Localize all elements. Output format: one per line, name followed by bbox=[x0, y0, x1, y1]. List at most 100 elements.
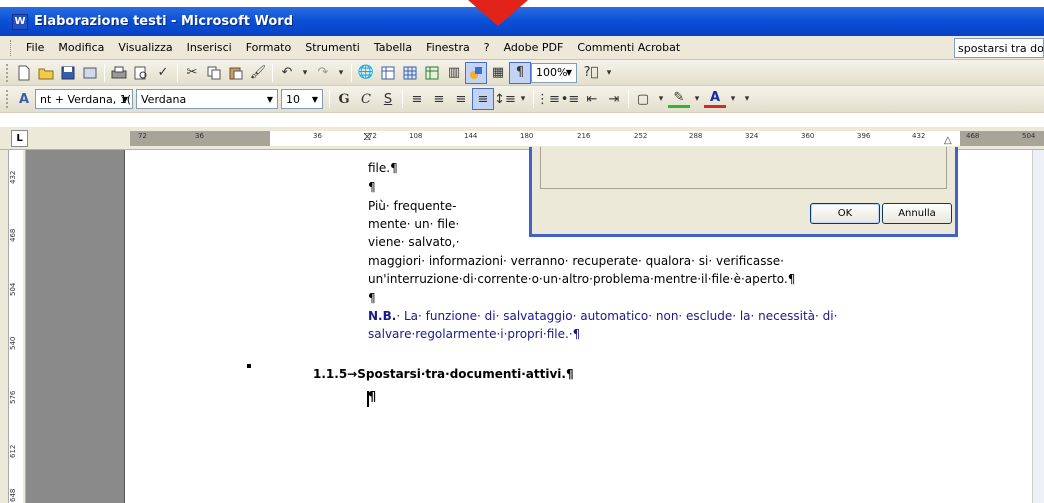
toolbar-grip[interactable] bbox=[6, 63, 9, 82]
doc-line: un'interruzione·di·corrente·o·un·altro·p… bbox=[368, 272, 796, 286]
numbering-icon[interactable]: ⋮≡ bbox=[536, 88, 560, 110]
chevron-down-icon[interactable]: ▾ bbox=[298, 62, 312, 84]
vertical-scrollbar[interactable] bbox=[1032, 150, 1044, 503]
justify-icon[interactable]: ≡ bbox=[472, 88, 494, 110]
paste-icon[interactable] bbox=[225, 62, 247, 84]
increase-indent-icon[interactable]: ⇥ bbox=[603, 88, 625, 110]
chevron-down-icon[interactable]: ▾ bbox=[516, 88, 530, 110]
word-app-icon[interactable] bbox=[12, 13, 28, 30]
permission-icon[interactable] bbox=[79, 62, 101, 84]
italic-icon[interactable]: C bbox=[355, 88, 377, 110]
help-search-input[interactable]: spostarsi tra do bbox=[954, 38, 1044, 58]
align-right-icon[interactable]: ≡ bbox=[450, 88, 472, 110]
ruler-tick: 360 bbox=[801, 132, 815, 140]
tab-selector[interactable]: L bbox=[11, 130, 28, 147]
chevron-down-icon[interactable]: ▼ bbox=[562, 64, 576, 82]
hyperlink-icon[interactable]: 🌐 bbox=[355, 62, 377, 84]
nb-label: N.B. bbox=[368, 309, 397, 323]
vruler-tick: 576 bbox=[9, 390, 17, 404]
chevron-down-icon[interactable]: ▾ bbox=[334, 62, 348, 84]
font-color-icon[interactable]: A bbox=[704, 90, 726, 108]
dialog-panel bbox=[540, 147, 947, 189]
menu-adobe-pdf[interactable]: Adobe PDF bbox=[497, 41, 571, 54]
copy-icon[interactable] bbox=[203, 62, 225, 84]
style-select[interactable]: nt + Verdana, 1(▼ bbox=[35, 89, 133, 109]
vruler-tick: 612 bbox=[9, 444, 17, 458]
underline-icon[interactable]: S bbox=[377, 88, 399, 110]
insertion-cursor[interactable]: ¶ bbox=[366, 390, 376, 407]
chevron-down-icon[interactable]: ▼ bbox=[263, 90, 277, 108]
page-gutter bbox=[26, 150, 124, 503]
align-center-icon[interactable]: ≡ bbox=[428, 88, 450, 110]
menu-tabella[interactable]: Tabella bbox=[367, 41, 419, 54]
align-left-icon[interactable]: ≡ bbox=[406, 88, 428, 110]
bullets-icon[interactable]: •≡ bbox=[559, 88, 581, 110]
highlight-icon[interactable]: ✎ bbox=[668, 90, 690, 108]
undo-icon[interactable]: ↶ bbox=[276, 62, 298, 84]
borders-icon[interactable]: ▢ bbox=[632, 88, 654, 110]
font-size-select[interactable]: 10 ▼ bbox=[281, 89, 323, 109]
first-line-indent-marker[interactable]: ⧖ bbox=[363, 129, 371, 144]
doc-line: viene· salvato,· bbox=[368, 235, 460, 249]
doc-line: file.¶ bbox=[368, 161, 398, 175]
toolbar-separator bbox=[628, 90, 629, 108]
decrease-indent-icon[interactable]: ⇤ bbox=[581, 88, 603, 110]
menu-strumenti[interactable]: Strumenti bbox=[298, 41, 367, 54]
ruler-tick: 288 bbox=[689, 132, 703, 140]
document-map-icon[interactable]: ▦ bbox=[487, 62, 509, 84]
spelling-icon[interactable]: ✓ bbox=[152, 62, 174, 84]
insert-excel-icon[interactable] bbox=[421, 62, 443, 84]
chevron-down-icon[interactable]: ▾ bbox=[690, 88, 704, 110]
menu-modifica[interactable]: Modifica bbox=[51, 41, 111, 54]
font-value: Verdana bbox=[141, 92, 187, 106]
menu-finestra[interactable]: Finestra bbox=[419, 41, 477, 54]
help-icon[interactable]: ?⃝ bbox=[580, 62, 602, 84]
redo-icon[interactable]: ↷ bbox=[312, 62, 334, 84]
font-select[interactable]: Verdana ▼ bbox=[136, 89, 278, 109]
menu-inserisci[interactable]: Inserisci bbox=[180, 41, 239, 54]
menu-file[interactable]: File bbox=[19, 41, 51, 54]
print-preview-icon[interactable] bbox=[130, 62, 152, 84]
right-indent-marker[interactable]: △ bbox=[944, 135, 952, 146]
new-document-icon[interactable] bbox=[13, 62, 35, 84]
format-painter-icon[interactable]: 🖌 bbox=[247, 62, 269, 84]
insert-table-icon[interactable] bbox=[399, 62, 421, 84]
cut-icon[interactable]: ✂ bbox=[181, 62, 203, 84]
drawing-icon[interactable] bbox=[465, 61, 487, 84]
toolbar-options-icon[interactable]: ▾ bbox=[602, 62, 616, 84]
doc-line: mente· un· file· bbox=[368, 217, 460, 231]
menu-help[interactable]: ? bbox=[477, 41, 497, 54]
toolbar-options-icon[interactable]: ▾ bbox=[740, 88, 754, 110]
cancel-button[interactable]: Annulla bbox=[882, 203, 952, 224]
ruler-tick: 36 bbox=[195, 132, 204, 140]
line-spacing-icon[interactable]: ↕≡ bbox=[494, 88, 516, 110]
menu-visualizza[interactable]: Visualizza bbox=[111, 41, 179, 54]
toolbar-grip[interactable] bbox=[6, 90, 9, 108]
tables-borders-icon[interactable] bbox=[377, 62, 399, 84]
chevron-down-icon[interactable]: ▼ bbox=[308, 90, 322, 108]
nb-text: · La· funzione· di· salvataggio· automat… bbox=[396, 309, 838, 323]
chevron-down-icon[interactable]: ▾ bbox=[654, 88, 668, 110]
toolbar-separator bbox=[402, 90, 403, 108]
chevron-down-icon[interactable]: ▼ bbox=[118, 90, 132, 108]
chevron-down-icon[interactable]: ▾ bbox=[726, 88, 740, 110]
toolbar-separator bbox=[272, 63, 273, 82]
show-hide-pilcrow-icon[interactable]: ¶ bbox=[509, 61, 531, 84]
ruler-tick: 468 bbox=[966, 132, 980, 140]
print-icon[interactable] bbox=[108, 62, 130, 84]
save-icon[interactable] bbox=[57, 62, 79, 84]
ruler-tick: 396 bbox=[857, 132, 871, 140]
menu-grip[interactable] bbox=[10, 39, 13, 56]
menu-formato[interactable]: Formato bbox=[239, 41, 299, 54]
open-folder-icon[interactable] bbox=[35, 62, 57, 84]
styles-formatting-icon[interactable]: A bbox=[13, 88, 35, 110]
zoom-select[interactable]: 100% ▼ bbox=[531, 62, 577, 83]
columns-icon[interactable]: ▥ bbox=[443, 62, 465, 84]
bold-icon[interactable]: G bbox=[333, 88, 355, 110]
menu-commenti-acrobat[interactable]: Commenti Acrobat bbox=[570, 41, 687, 54]
doc-line: Più· frequente- bbox=[368, 199, 457, 213]
vruler-tick: 468 bbox=[9, 228, 17, 242]
ruler-tick: 180 bbox=[520, 132, 534, 140]
ok-button[interactable]: OK bbox=[810, 203, 880, 224]
vertical-ruler[interactable]: 432 468 504 540 576 612 648 bbox=[0, 150, 26, 503]
